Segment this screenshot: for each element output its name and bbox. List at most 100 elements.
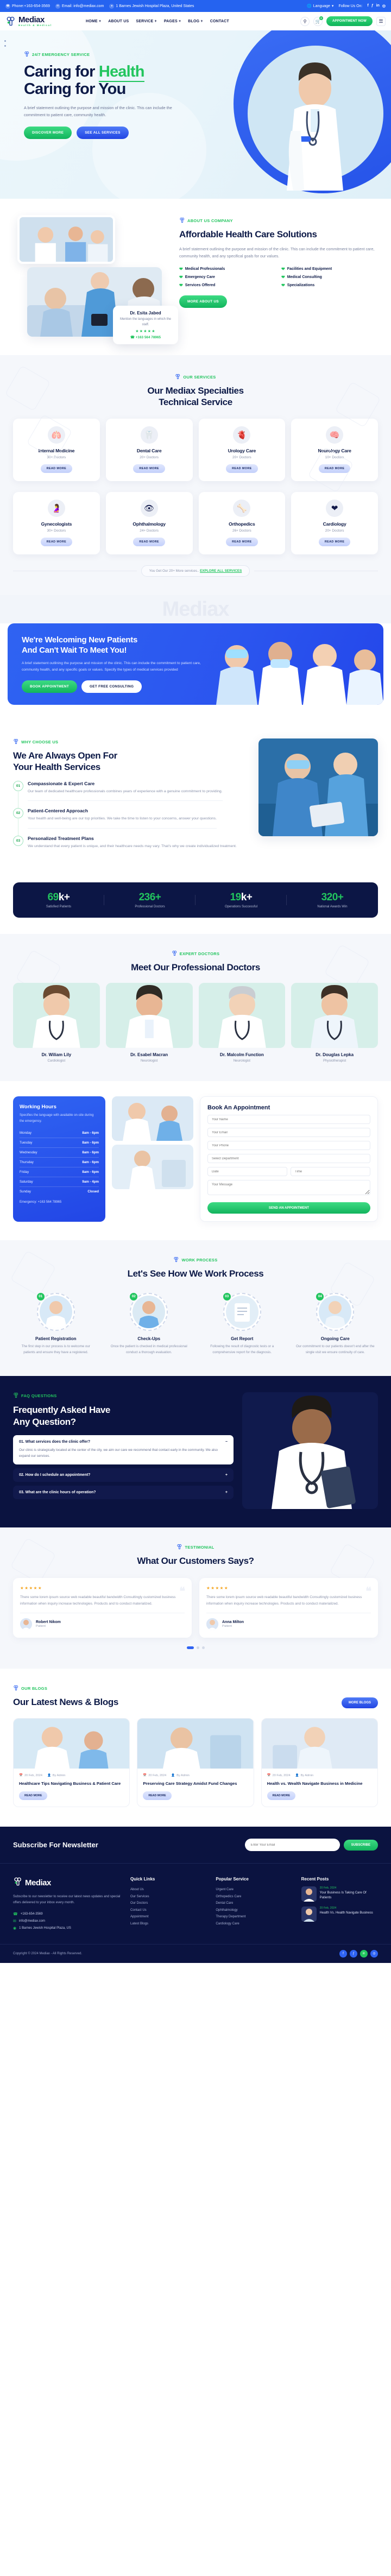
read-more-button[interactable]: READ MORE [143,1791,172,1801]
blog-card[interactable]: 📅 20 Feb, 2024 👤 By Admin Preserving Care … [137,1718,254,1808]
read-more-button[interactable]: READ MORE [19,1791,48,1801]
footer-logo[interactable]: Mediax [13,1877,122,1889]
footer-contact-email[interactable]: ✉ info@mediax.com [13,1919,122,1923]
appointment-button[interactable]: APPOINTMENT NOW [326,16,373,26]
specialty-title: Dental Care [136,448,162,454]
faq-item[interactable]: 01. What services does the clinic offer?… [13,1435,234,1464]
facebook-icon[interactable]: f [339,1949,347,1958]
read-more-button[interactable]: READ MORE [267,1791,296,1801]
about-doctor-card: Dr. Esita Jabed Mention the languages in… [113,305,178,344]
twitter-icon[interactable]: ƒ [350,1949,357,1958]
nav-item-blog[interactable]: BLOG + [188,20,203,23]
footer-link[interactable]: Ophthalmology [216,1907,292,1914]
read-more-button[interactable]: READ MORE [318,538,351,547]
subscribe-button[interactable]: SUBSCRIBE [343,1839,378,1851]
read-more-button[interactable]: READ MORE [40,464,73,473]
date-field[interactable] [207,1167,287,1177]
time-field[interactable] [291,1167,370,1177]
footer-link[interactable]: Latest Blogs [130,1921,207,1928]
language-selector[interactable]: 🌐 Language ▾ [307,4,333,9]
name-field[interactable] [207,1115,370,1125]
facebook-icon[interactable]: f [367,4,368,8]
phone-field[interactable] [207,1141,370,1151]
specialty-card[interactable]: 🦷 Dental Care 20+ Doctors READ MORE [105,419,193,482]
doctor-card[interactable]: Dr. Esabel Macran Neurologist [105,983,193,1063]
faq-question-row[interactable]: 01. What services does the clinic offer?… [19,1440,228,1444]
instagram-icon[interactable]: ◎ [370,1949,378,1958]
blog-author: 👤 By Admin [171,1774,190,1777]
specialty-card[interactable]: 🦴 Orthopedics 26+ Doctors READ MORE [198,492,286,555]
department-field[interactable] [207,1154,370,1164]
more-about-us-button[interactable]: MORE ABOUT US [179,295,227,308]
doctor-card[interactable]: Dr. Malcolm Function Neurologist [198,983,286,1063]
topbar-address: ● 1 Barnes Jewish Hospital Plaza, United… [109,3,194,9]
faq-question-row[interactable]: 02. How do I schedule an appointment? + [19,1473,228,1477]
send-appointment-button[interactable]: SEND AN APPOINTMENT [207,1202,370,1214]
book-appointment-button[interactable]: BOOK APPOINTMENT [22,680,78,693]
faq-item[interactable]: 02. How do I schedule an appointment? + [13,1468,234,1482]
footer-link[interactable]: Our Services [130,1893,207,1901]
twitter-icon[interactable]: ƒ [371,4,374,8]
footer-link[interactable]: Orthopedics Care [216,1893,292,1901]
plus-icon[interactable]: + [225,1491,228,1494]
footer-link[interactable]: About Us [130,1886,207,1893]
read-more-button[interactable]: READ MORE [133,538,165,547]
specialty-card[interactable]: 🤰 Gynecologists 30+ Doctors READ MORE [13,492,100,555]
minus-icon[interactable]: − [225,1440,228,1444]
message-field[interactable] [207,1180,370,1196]
pagination-dot[interactable] [201,1646,205,1650]
pagination-dot[interactable] [196,1646,199,1650]
more-blogs-button[interactable]: MORE BLOGS [341,1697,378,1709]
specialty-card[interactable]: 👁 Ophthalmology 24+ Doctors READ MORE [105,492,193,555]
get-free-consulting-button[interactable]: GET FREE CONSULTING [81,680,142,693]
footer-post[interactable]: 20 Feb, 2024 Health Vs. Health Navigate … [301,1906,378,1922]
footer-link[interactable]: Contact Us [130,1907,207,1914]
why-image [258,738,378,837]
nav-item-service[interactable]: SERVICE + [136,20,156,23]
read-more-button[interactable]: READ MORE [226,538,258,547]
nav-item-about[interactable]: ABOUT US [108,20,129,23]
doctor-card[interactable]: Dr. Douglas Lepka Physiotherapist [291,983,378,1063]
footer-link[interactable]: Appointment [130,1914,207,1921]
about-doctor-phone[interactable]: ☎ +163 564 78965 [117,335,174,339]
footer-contact-phone[interactable]: ☎ +163-654-3569 [13,1912,122,1916]
explore-all-services-link[interactable]: EXPLORE ALL SERVICES [200,569,242,573]
cart-icon[interactable]: 🛒 0 [313,16,323,26]
read-more-button[interactable]: READ MORE [133,464,165,473]
read-more-button[interactable]: READ MORE [40,538,73,547]
nav-item-pages[interactable]: PAGES + [164,20,181,23]
faq-question-row[interactable]: 03. What are the clinic hours of operati… [19,1491,228,1494]
footer-link[interactable]: Urgent Care [216,1886,292,1893]
linkedin-icon[interactable]: in [360,1949,368,1958]
footer-post[interactable]: 20 Feb, 2024 Your Business Is Taking Car… [301,1886,378,1902]
newsletter-email-input[interactable] [244,1839,340,1852]
read-more-button[interactable]: READ MORE [226,464,258,473]
email-field[interactable] [207,1128,370,1138]
doctor-card[interactable]: Dr. Wiliam Lily Cardiologist [13,983,100,1063]
topbar-email[interactable]: ✉ Email: info@mediax.com [55,3,104,9]
specialty-card[interactable]: ❤ Cardiology 20+ Doctors READ MORE [291,492,378,555]
pagination-dot-active[interactable] [186,1646,194,1650]
menu-toggle-icon[interactable]: ☰ [376,16,386,26]
footer-link[interactable]: Dental Care [216,1900,292,1907]
instagram-icon[interactable]: ◎ [382,4,386,8]
working-hours-title: Working Hours [20,1104,56,1110]
discover-more-button[interactable]: DISCOVER MORE [24,126,72,139]
nav-item-home[interactable]: HOME + [86,20,101,23]
blog-card[interactable]: 📅 20 Feb, 2024 👤 By Admin Health vs. Wealt… [261,1718,378,1808]
footer-link[interactable]: Cardiology Care [216,1921,292,1928]
see-all-services-button[interactable]: SEE ALL SERVICES [77,126,129,139]
linkedin-icon[interactable]: in [376,4,380,8]
topbar-phone[interactable]: ☎ Phone:+163-654-3569 [5,3,50,9]
footer-link[interactable]: Therapy Department [216,1914,292,1921]
site-logo[interactable]: Mediax Health & Medical [5,16,71,27]
faq-image [242,1392,378,1510]
search-icon[interactable]: ⚲ [300,16,310,26]
plus-icon[interactable]: + [225,1473,228,1477]
blog-card[interactable]: 📅 20 Feb, 2024 👤 By Admin Healthcare Tips … [13,1718,130,1808]
testimonial-pagination[interactable] [13,1646,378,1650]
specialty-card[interactable]: 🫀 Urology Care 20+ Doctors READ MORE [198,419,286,482]
faq-item[interactable]: 03. What are the clinic hours of operati… [13,1485,234,1499]
footer-link[interactable]: Our Doctors [130,1900,207,1907]
nav-item-contact[interactable]: CONTACT [210,20,229,23]
